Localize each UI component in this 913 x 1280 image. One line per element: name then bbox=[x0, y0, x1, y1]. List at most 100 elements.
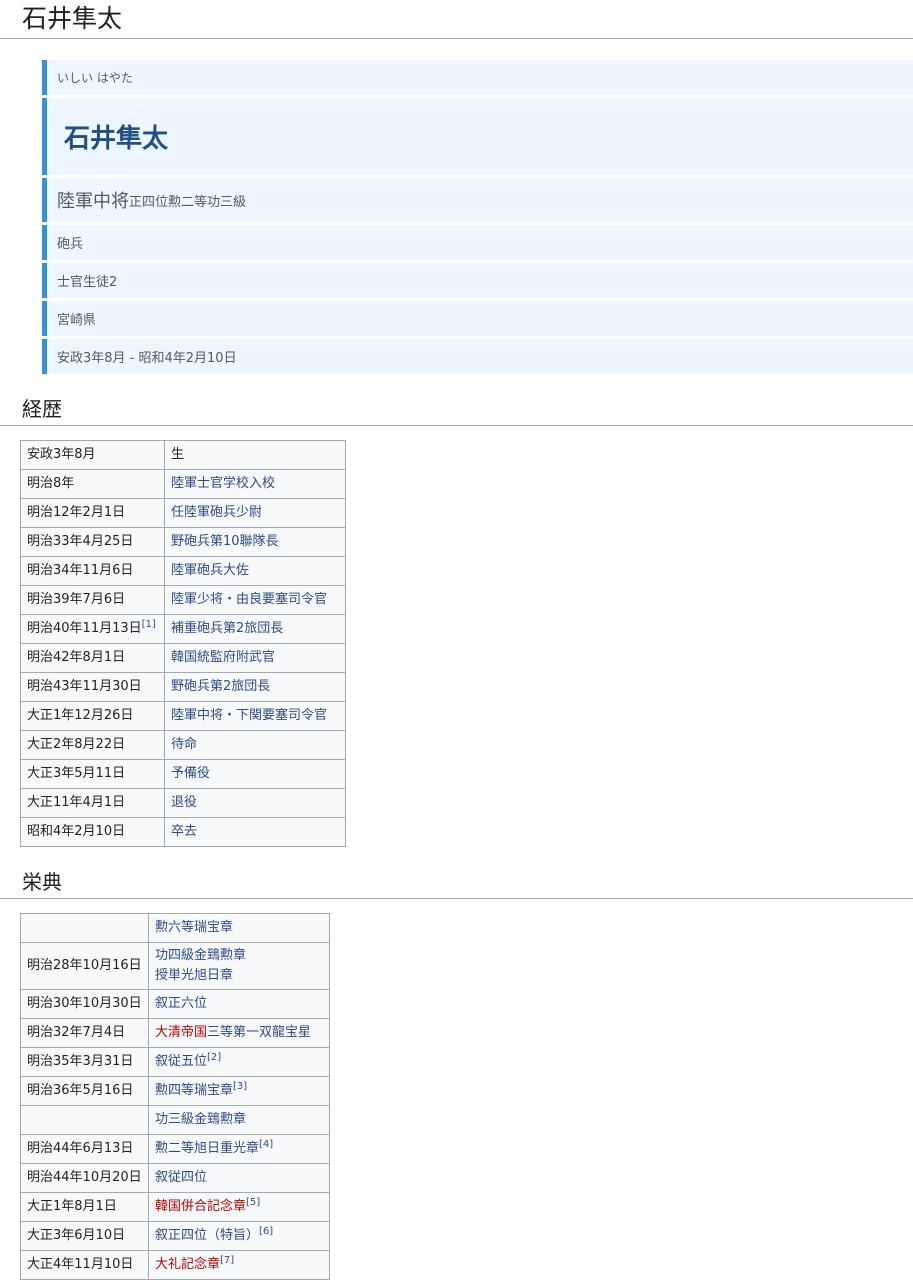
honor-award-link[interactable]: 大礼記念章 bbox=[155, 1257, 220, 1272]
career-event-text[interactable]: 陸軍中将・下関要塞司令官 bbox=[171, 708, 327, 723]
honor-award-link[interactable]: 叙正四位（特旨） bbox=[155, 1228, 259, 1243]
career-date: 昭和4年2月10日 bbox=[20, 817, 165, 847]
infobox-kana: いしい はやた bbox=[42, 60, 913, 95]
honor-row: 明治32年7月4日 大清帝国三等第一双龍宝星 bbox=[20, 1018, 330, 1048]
honor-award-link[interactable]: 授単光旭日章 bbox=[155, 968, 233, 983]
infobox-rank: 陸軍中将 正四位勲二等功三級 bbox=[42, 178, 913, 222]
honor-row: 明治35年3月31日 叙従五位[2] bbox=[20, 1047, 330, 1077]
career-row: 明治34年11月6日 陸軍砲兵大佐 bbox=[20, 556, 346, 586]
career-event-text[interactable]: 野砲兵第10聯隊長 bbox=[171, 534, 279, 549]
career-event-text[interactable]: 卒去 bbox=[171, 824, 197, 839]
honor-date: 大正3年6月10日 bbox=[20, 1221, 149, 1251]
honor-award: 勲四等瑞宝章[3] bbox=[148, 1076, 330, 1106]
career-event-text[interactable]: 韓国統監府附武官 bbox=[171, 650, 275, 665]
infobox-branch: 砲兵 bbox=[42, 225, 913, 260]
honor-award-link[interactable]: 勲二等旭日重光章 bbox=[155, 1141, 259, 1156]
career-row: 明治39年7月6日 陸軍少将・由良要塞司令官 bbox=[20, 585, 346, 615]
career-event[interactable]: 任陸軍砲兵少尉 bbox=[164, 498, 346, 528]
infobox-origin: 宮崎県 bbox=[42, 301, 913, 336]
honor-award-link[interactable]: 叙従五位 bbox=[155, 1054, 207, 1069]
career-date-text: 明治33年4月25日 bbox=[27, 534, 134, 549]
career-date-text: 明治39年7月6日 bbox=[27, 592, 126, 607]
honor-row: 明治44年6月13日 勲二等旭日重光章[4] bbox=[20, 1134, 330, 1164]
career-date-text: 明治42年8月1日 bbox=[27, 650, 126, 665]
career-event[interactable]: 待命 bbox=[164, 730, 346, 760]
career-event[interactable]: 退役 bbox=[164, 788, 346, 818]
career-event-text[interactable]: 予備役 bbox=[171, 766, 210, 781]
career-event[interactable]: 陸軍士官学校入校 bbox=[164, 469, 346, 499]
career-event-text[interactable]: 野砲兵第2旅団長 bbox=[171, 679, 270, 694]
career-event[interactable]: 陸軍砲兵大佐 bbox=[164, 556, 346, 586]
career-date: 大正2年8月22日 bbox=[20, 730, 165, 760]
honors-table: 勲六等瑞宝章 明治28年10月16日 功四級金鵄勲章 授単光旭日章 明治30年10月30… bbox=[20, 913, 330, 1280]
honor-date: 明治36年5月16日 bbox=[20, 1076, 149, 1106]
honor-date: 明治30年10月30日 bbox=[20, 989, 149, 1019]
honor-award-link[interactable]: 勲四等瑞宝章 bbox=[155, 1083, 233, 1098]
career-date: 明治42年8月1日 bbox=[20, 643, 165, 673]
career-event-text[interactable]: 陸軍士官学校入校 bbox=[171, 476, 275, 491]
honor-row: 大正1年8月1日 韓国併合記念章[5] bbox=[20, 1192, 330, 1222]
honor-award: 勲二等旭日重光章[4] bbox=[148, 1134, 330, 1164]
honor-row: 功三級金鵄勲章 bbox=[20, 1105, 330, 1135]
reference-link[interactable]: [5] bbox=[246, 1197, 260, 1208]
career-row: 大正2年8月22日 待命 bbox=[20, 730, 346, 760]
honor-award: 功三級金鵄勲章 bbox=[148, 1105, 330, 1135]
honor-award-link[interactable]: 功四級金鵄勲章 bbox=[155, 948, 246, 963]
career-event-text[interactable]: 補重砲兵第2旅団長 bbox=[171, 621, 283, 636]
career-date-text: 昭和4年2月10日 bbox=[27, 824, 126, 839]
career-event[interactable]: 韓国統監府附武官 bbox=[164, 643, 346, 673]
career-date-text: 明治43年11月30日 bbox=[27, 679, 142, 694]
infobox-name: 石井隼太 bbox=[42, 98, 913, 175]
reference-link[interactable]: [1] bbox=[142, 619, 156, 630]
career-date: 明治33年4月25日 bbox=[20, 527, 165, 557]
honor-row: 大正3年6月10日 叙正四位（特旨）[6] bbox=[20, 1221, 330, 1251]
career-date: 明治40年11月13日[1] bbox=[20, 614, 165, 644]
career-event-text[interactable]: 退役 bbox=[171, 795, 197, 810]
honor-row: 明治28年10月16日 功四級金鵄勲章 授単光旭日章 bbox=[20, 942, 330, 990]
career-date: 明治8年 bbox=[20, 469, 165, 499]
career-event-text[interactable]: 待命 bbox=[171, 737, 197, 752]
honor-award-link[interactable]: 三等第一双龍宝星 bbox=[207, 1025, 311, 1040]
career-event-text[interactable]: 陸軍少将・由良要塞司令官 bbox=[171, 592, 327, 607]
honor-award: 叙正六位 bbox=[148, 989, 330, 1019]
career-event[interactable]: 野砲兵第10聯隊長 bbox=[164, 527, 346, 557]
honor-row: 勲六等瑞宝章 bbox=[20, 913, 330, 943]
career-event-text[interactable]: 陸軍砲兵大佐 bbox=[171, 563, 249, 578]
reference-link[interactable]: [3] bbox=[233, 1081, 247, 1092]
honor-date: 明治44年6月13日 bbox=[20, 1134, 149, 1164]
infobox-rank-sub: 正四位勲二等功三級 bbox=[129, 194, 247, 210]
infobox-rank-main: 陸軍中将 bbox=[57, 191, 129, 212]
honor-date: 明治28年10月16日 bbox=[20, 942, 149, 990]
reference-link[interactable]: [7] bbox=[220, 1255, 234, 1266]
career-event[interactable]: 予備役 bbox=[164, 759, 346, 789]
honor-award-link[interactable]: 勲六等瑞宝章 bbox=[155, 920, 233, 935]
reference-link[interactable]: [6] bbox=[259, 1226, 273, 1237]
career-event-text[interactable]: 任陸軍砲兵少尉 bbox=[171, 505, 262, 520]
honor-award-link[interactable]: 韓国併合記念章 bbox=[155, 1199, 246, 1214]
honor-date: 大正4年11月10日 bbox=[20, 1250, 149, 1280]
career-event[interactable]: 陸軍少将・由良要塞司令官 bbox=[164, 585, 346, 615]
honor-award-link[interactable]: 功三級金鵄勲章 bbox=[155, 1112, 246, 1127]
career-row: 大正11年4月1日 退役 bbox=[20, 788, 346, 818]
career-row: 明治43年11月30日 野砲兵第2旅団長 bbox=[20, 672, 346, 702]
career-event[interactable]: 陸軍中将・下関要塞司令官 bbox=[164, 701, 346, 731]
career-event[interactable]: 卒去 bbox=[164, 817, 346, 847]
career-event[interactable]: 補重砲兵第2旅団長 bbox=[164, 614, 346, 644]
honor-date: 明治35年3月31日 bbox=[20, 1047, 149, 1077]
career-date: 安政3年8月 bbox=[20, 440, 165, 470]
career-date-text: 大正1年12月26日 bbox=[27, 708, 134, 723]
honor-award: 叙正四位（特旨）[6] bbox=[148, 1221, 330, 1251]
career-event[interactable]: 野砲兵第2旅団長 bbox=[164, 672, 346, 702]
honor-award-link[interactable]: 叙従四位 bbox=[155, 1170, 207, 1185]
honor-award: 大清帝国三等第一双龍宝星 bbox=[148, 1018, 330, 1048]
honor-award: 叙従四位 bbox=[148, 1163, 330, 1193]
career-row: 大正1年12月26日 陸軍中将・下関要塞司令官 bbox=[20, 701, 346, 731]
honor-award-link[interactable]: 叙正六位 bbox=[155, 996, 207, 1011]
career-date: 明治34年11月6日 bbox=[20, 556, 165, 586]
career-date-text: 安政3年8月 bbox=[27, 447, 96, 462]
career-row: 明治42年8月1日 韓国統監府附武官 bbox=[20, 643, 346, 673]
honor-award: 韓国併合記念章[5] bbox=[148, 1192, 330, 1222]
honor-award-link[interactable]: 大清帝国 bbox=[155, 1025, 207, 1040]
reference-link[interactable]: [2] bbox=[207, 1052, 221, 1063]
reference-link[interactable]: [4] bbox=[259, 1139, 273, 1150]
